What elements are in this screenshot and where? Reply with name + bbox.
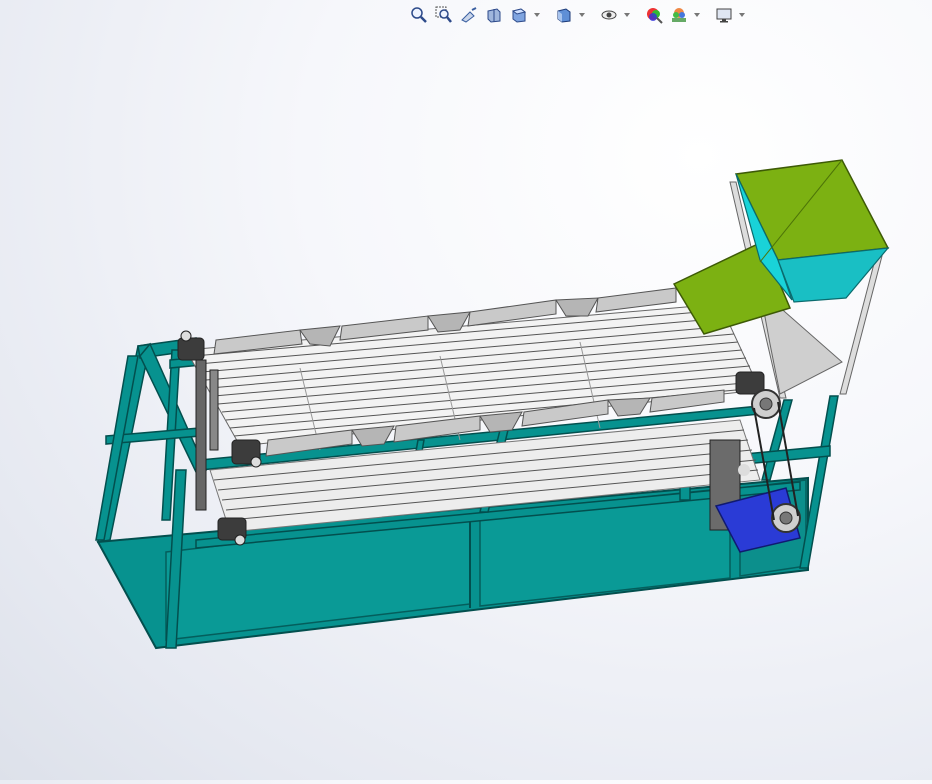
edit-appearance-icon[interactable] <box>643 4 665 26</box>
zoom-fit-icon[interactable] <box>408 4 430 26</box>
display-style-dropdown[interactable] <box>578 4 586 26</box>
view-settings-dropdown[interactable] <box>738 4 746 26</box>
previous-view-icon[interactable] <box>458 4 480 26</box>
apply-scene-icon[interactable] <box>668 4 690 26</box>
view-orientation-icon[interactable] <box>508 4 530 26</box>
monitor-icon[interactable] <box>713 4 735 26</box>
apply-scene-dropdown[interactable] <box>693 4 701 26</box>
zoom-area-icon[interactable] <box>433 4 455 26</box>
hide-show-dropdown[interactable] <box>623 4 631 26</box>
display-style-icon[interactable] <box>553 4 575 26</box>
conveyor-machine-model[interactable] <box>0 0 932 780</box>
view-orientation-dropdown[interactable] <box>533 4 541 26</box>
hide-show-eye-icon[interactable] <box>598 4 620 26</box>
heads-up-view-toolbar <box>408 2 746 28</box>
graphics-area[interactable] <box>0 0 932 780</box>
section-view-icon[interactable] <box>483 4 505 26</box>
